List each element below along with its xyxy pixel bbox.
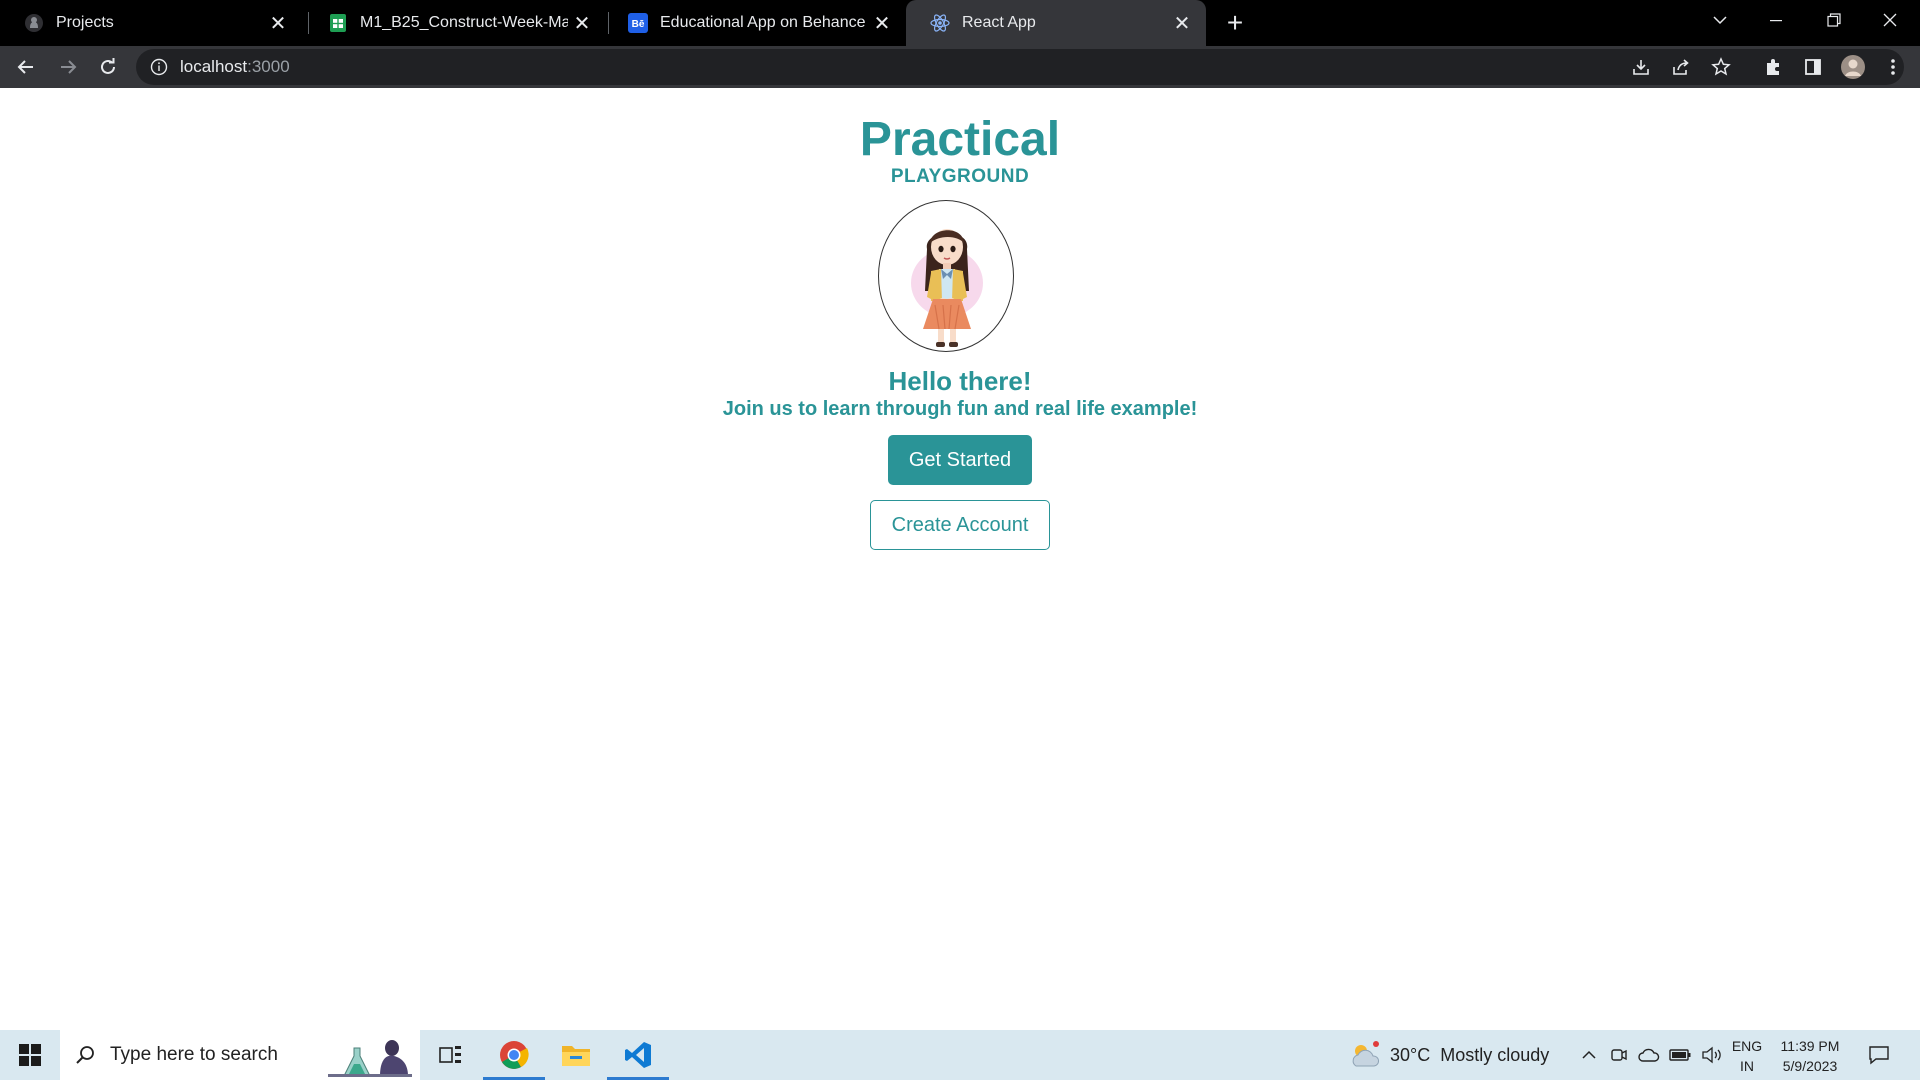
menu-button[interactable] bbox=[1880, 54, 1906, 80]
region-code: IN bbox=[1740, 1058, 1754, 1074]
taskbar-search-box[interactable]: Type here to search bbox=[60, 1030, 420, 1080]
search-placeholder: Type here to search bbox=[110, 1044, 278, 1065]
close-icon[interactable]: ✕ bbox=[1168, 9, 1196, 37]
reload-icon bbox=[101, 58, 115, 74]
restore-icon bbox=[1827, 13, 1841, 27]
url-text: localhost:3000 bbox=[180, 57, 290, 77]
tab-strip: Projects ✕ M1_B25_Construct-Week-Master … bbox=[0, 0, 1920, 46]
windows-logo-icon bbox=[19, 1044, 41, 1066]
avatar-icon bbox=[1841, 55, 1865, 79]
reload-button[interactable] bbox=[92, 51, 124, 83]
battery-tray[interactable] bbox=[1666, 1030, 1694, 1080]
clock-date: 5/9/2023 bbox=[1782, 1058, 1838, 1074]
tab-title: Projects bbox=[56, 14, 114, 31]
minimize-button[interactable] bbox=[1748, 0, 1804, 40]
url-port: :3000 bbox=[247, 57, 290, 76]
notification-icon bbox=[1869, 1046, 1889, 1065]
star-icon bbox=[1711, 57, 1731, 76]
download-icon bbox=[1633, 60, 1649, 75]
show-hidden-icons-button[interactable] bbox=[1576, 1030, 1602, 1080]
arrow-left-icon bbox=[17, 60, 33, 74]
chrome-icon bbox=[500, 1041, 529, 1069]
bookmark-button[interactable] bbox=[1708, 54, 1734, 80]
extensions-button[interactable] bbox=[1760, 54, 1786, 80]
brand-subtitle: PLAYGROUND bbox=[890, 166, 1030, 187]
task-view-button[interactable] bbox=[420, 1030, 482, 1080]
partly-cloudy-icon bbox=[1352, 1041, 1380, 1067]
greeting-heading: Hello there! bbox=[888, 366, 1032, 396]
meet-now-tray[interactable] bbox=[1606, 1030, 1632, 1080]
brand-title: Practical bbox=[859, 113, 1061, 166]
tab-behance[interactable]: Bē Educational App on Behance ✕ bbox=[604, 0, 906, 46]
folder-icon bbox=[562, 1046, 590, 1066]
weather-temperature: 30°C bbox=[1390, 1044, 1431, 1065]
close-icon[interactable]: ✕ bbox=[264, 9, 292, 37]
install-app-button[interactable] bbox=[1628, 54, 1654, 80]
minimize-icon bbox=[1770, 20, 1782, 22]
kebab-menu-icon bbox=[1891, 59, 1895, 75]
google-sheets-icon bbox=[328, 13, 348, 33]
cloud-icon bbox=[1638, 1048, 1660, 1062]
side-panel-icon bbox=[1805, 59, 1821, 75]
restore-button[interactable] bbox=[1806, 0, 1862, 40]
battery-icon bbox=[1669, 1049, 1691, 1061]
taskbar-chrome[interactable] bbox=[483, 1030, 545, 1080]
new-tab-button[interactable]: + bbox=[1218, 6, 1252, 40]
close-icon[interactable]: ✕ bbox=[868, 9, 896, 37]
taskbar-file-explorer[interactable] bbox=[545, 1030, 607, 1080]
share-icon bbox=[1673, 59, 1689, 75]
tab-sheets[interactable]: M1_B25_Construct-Week-Master ✕ bbox=[304, 0, 606, 46]
input-language[interactable]: ENG IN bbox=[1730, 1036, 1764, 1076]
volume-tray[interactable] bbox=[1698, 1030, 1726, 1080]
onedrive-tray[interactable] bbox=[1636, 1030, 1662, 1080]
tab-projects[interactable]: Projects ✕ bbox=[0, 0, 302, 46]
side-panel-button[interactable] bbox=[1800, 54, 1826, 80]
github-icon bbox=[24, 13, 44, 33]
task-view-icon bbox=[439, 1046, 461, 1063]
language-code: ENG bbox=[1731, 1038, 1763, 1054]
close-window-button[interactable] bbox=[1862, 0, 1918, 40]
clock-time: 11:39 PM bbox=[1780, 1038, 1840, 1054]
notifications-button[interactable] bbox=[1864, 1040, 1894, 1070]
windows-taskbar: Type here to search 30°C Mostly cloudy E… bbox=[0, 1030, 1920, 1080]
search-icon bbox=[76, 1046, 94, 1064]
girl-illustration bbox=[911, 229, 983, 347]
tab-search-button[interactable] bbox=[1692, 0, 1748, 40]
close-icon[interactable]: ✕ bbox=[568, 9, 596, 37]
hero-avatar bbox=[878, 200, 1014, 352]
url-host: localhost bbox=[180, 57, 248, 76]
react-icon bbox=[930, 13, 950, 33]
tab-title: M1_B25_Construct-Week-Master bbox=[360, 14, 568, 31]
puzzle-icon bbox=[1767, 59, 1779, 75]
get-started-button[interactable]: Get Started bbox=[888, 435, 1032, 485]
svg-text:Bē: Bē bbox=[632, 19, 645, 30]
back-button[interactable] bbox=[10, 51, 42, 83]
page-content: Practical PLAYGROUND Hello there! Join u… bbox=[0, 88, 1920, 1030]
close-icon bbox=[1883, 13, 1897, 27]
start-button[interactable] bbox=[0, 1030, 60, 1080]
tab-react-app[interactable]: React App ✕ bbox=[906, 0, 1206, 46]
taskbar-vscode[interactable] bbox=[607, 1030, 669, 1080]
vscode-icon bbox=[625, 1042, 651, 1068]
browser-toolbar: localhost:3000 bbox=[0, 46, 1920, 88]
tab-title: Educational App on Behance bbox=[660, 14, 866, 31]
create-account-button[interactable]: Create Account bbox=[870, 500, 1050, 550]
profile-avatar[interactable] bbox=[1840, 54, 1866, 80]
tab-title: React App bbox=[962, 14, 1036, 31]
weather-widget[interactable]: 30°C Mostly cloudy bbox=[1348, 1030, 1549, 1080]
share-button[interactable] bbox=[1668, 54, 1694, 80]
info-icon[interactable] bbox=[150, 58, 168, 76]
arrow-right-icon bbox=[61, 60, 77, 74]
camera-icon bbox=[1611, 1049, 1627, 1061]
chevron-up-icon bbox=[1582, 1050, 1596, 1059]
system-clock[interactable]: 11:39 PM 5/9/2023 bbox=[1772, 1036, 1848, 1076]
speaker-icon bbox=[1702, 1046, 1721, 1064]
tagline-text: Join us to learn through fun and real li… bbox=[722, 398, 1198, 420]
weather-condition: Mostly cloudy bbox=[1440, 1044, 1550, 1065]
behance-icon: Bē bbox=[628, 13, 648, 33]
chevron-down-icon bbox=[1713, 16, 1727, 25]
forward-button[interactable] bbox=[52, 51, 84, 83]
search-highlight-illustration bbox=[328, 1040, 412, 1077]
